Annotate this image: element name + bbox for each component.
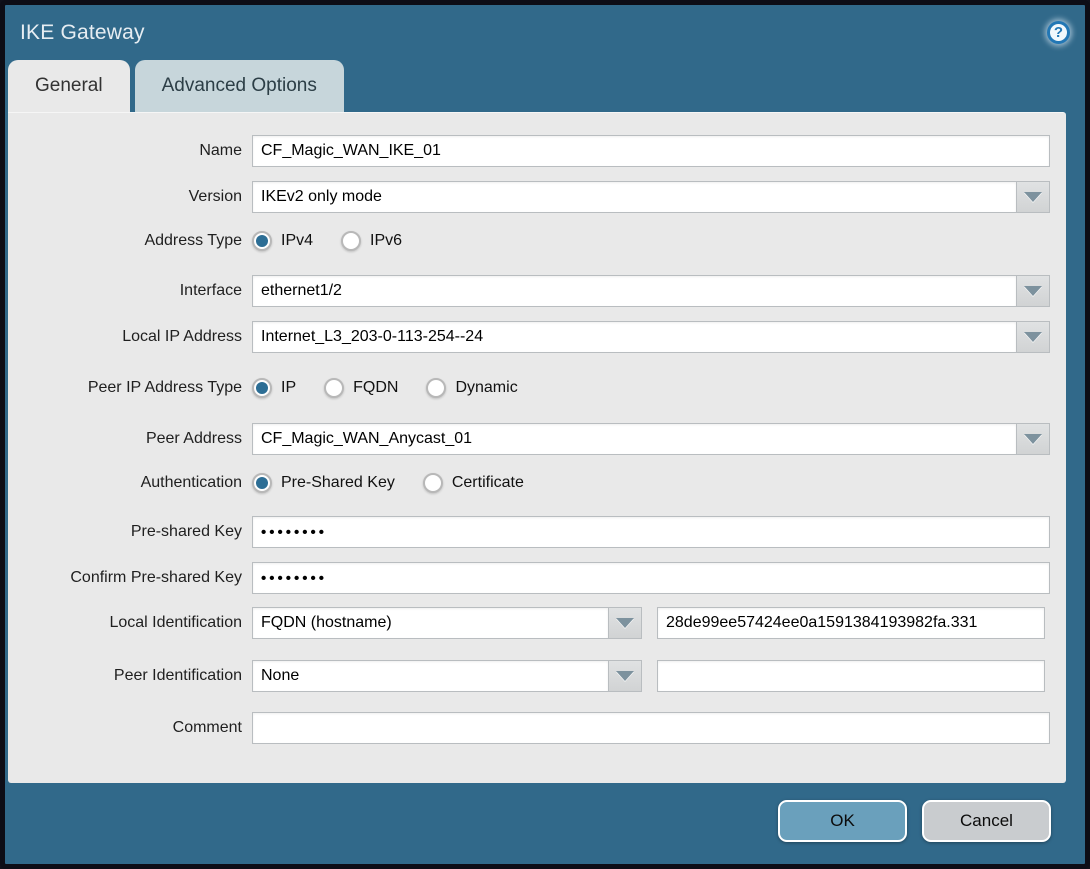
authentication-radio-group: Pre-Shared Key Certificate [252,473,552,493]
form-row-local-ip-address: Local IP Address Internet_L3_203-0-113-2… [8,321,1066,353]
title-bar: IKE Gateway ? [5,5,1085,60]
form-row-name: Name [8,135,1066,167]
chevron-down-icon[interactable] [1017,423,1050,455]
address-type-label: Address Type [144,232,242,249]
triangle-down-icon [616,671,634,681]
version-label: Version [188,188,242,205]
form-row-comment: Comment [8,712,1066,744]
form-row-address-type: Address Type IPv4 IPv6 [8,231,1066,251]
chevron-down-icon[interactable] [1017,275,1050,307]
help-icon[interactable]: ? [1047,21,1070,44]
confirm-pre-shared-key-label: Confirm Pre-shared Key [70,569,242,586]
form-row-peer-identification: Peer Identification None [8,660,1066,692]
peer-identification-type-value[interactable]: None [252,660,609,692]
confirm-pre-shared-key-input[interactable] [252,562,1050,594]
local-ip-address-label: Local IP Address [122,328,242,345]
general-tab-panel: Name Version IKEv2 only mode Address Typ… [8,112,1066,783]
peer-identification-label: Peer Identification [113,667,242,684]
version-value[interactable]: IKEv2 only mode [252,181,1017,213]
peer-ip-radio-label[interactable]: IP [281,379,296,397]
peer-identification-type-dropdown[interactable]: None [252,660,642,692]
interface-dropdown[interactable]: ethernet1/2 [252,275,1050,307]
peer-address-label: Peer Address [145,430,242,447]
form-row-confirm-pre-shared-key: Confirm Pre-shared Key [8,562,1066,594]
triangle-down-icon [1024,286,1042,296]
dialog-title: IKE Gateway [20,20,145,44]
tab-bar: General Advanced Options [8,60,344,112]
pre-shared-key-radio[interactable] [252,473,272,493]
chevron-down-icon[interactable] [609,607,642,639]
peer-fqdn-radio-label[interactable]: FQDN [353,379,398,397]
form-row-pre-shared-key: Pre-shared Key [8,516,1066,548]
form-row-version: Version IKEv2 only mode [8,181,1066,213]
ipv4-radio-label[interactable]: IPv4 [281,232,313,250]
triangle-down-icon [616,618,634,628]
peer-dynamic-radio-label[interactable]: Dynamic [455,379,517,397]
peer-ip-address-type-label: Peer IP Address Type [87,379,242,396]
footer-button-bar: OK Cancel [778,800,1051,842]
peer-fqdn-radio[interactable] [324,378,345,398]
address-type-radio-group: IPv4 IPv6 [252,231,430,251]
local-identification-type-dropdown[interactable]: FQDN (hostname) [252,607,642,639]
form-row-local-identification: Local Identification FQDN (hostname) [8,607,1066,639]
comment-input[interactable] [252,712,1050,744]
pre-shared-key-input[interactable] [252,516,1050,548]
ok-button[interactable]: OK [778,800,907,842]
local-identification-input[interactable] [657,607,1045,639]
peer-ip-radio[interactable] [252,378,272,398]
form-row-interface: Interface ethernet1/2 [8,275,1066,307]
local-identification-type-value[interactable]: FQDN (hostname) [252,607,609,639]
local-identification-label: Local Identification [109,614,242,631]
form-row-peer-ip-address-type: Peer IP Address Type IP FQDN Dynamic [8,378,1066,398]
peer-dynamic-radio[interactable] [426,378,447,398]
certificate-radio[interactable] [422,473,443,493]
authentication-label: Authentication [140,474,242,491]
pre-shared-key-label: Pre-shared Key [130,523,242,540]
comment-label: Comment [172,719,242,736]
interface-label: Interface [179,282,242,299]
peer-address-dropdown[interactable]: CF_Magic_WAN_Anycast_01 [252,423,1050,455]
name-input[interactable] [252,135,1050,167]
peer-address-value[interactable]: CF_Magic_WAN_Anycast_01 [252,423,1017,455]
ike-gateway-dialog: IKE Gateway ? General Advanced Options N… [0,0,1090,869]
triangle-down-icon [1024,192,1042,202]
chevron-down-icon[interactable] [1017,181,1050,213]
peer-identification-input[interactable] [657,660,1045,692]
name-label: Name [199,142,242,159]
chevron-down-icon[interactable] [1017,321,1050,353]
chevron-down-icon[interactable] [609,660,642,692]
triangle-down-icon [1024,434,1042,444]
local-ip-address-dropdown[interactable]: Internet_L3_203-0-113-254--24 [252,321,1050,353]
form-row-peer-address: Peer Address CF_Magic_WAN_Anycast_01 [8,423,1066,455]
peer-ip-address-type-radio-group: IP FQDN Dynamic [252,378,546,398]
local-ip-address-value[interactable]: Internet_L3_203-0-113-254--24 [252,321,1017,353]
interface-value[interactable]: ethernet1/2 [252,275,1017,307]
cancel-button[interactable]: Cancel [922,800,1051,842]
form-row-authentication: Authentication Pre-Shared Key Certificat… [8,473,1066,493]
triangle-down-icon [1024,332,1042,342]
ipv4-radio[interactable] [252,231,272,251]
certificate-radio-label[interactable]: Certificate [452,474,524,492]
pre-shared-key-radio-label[interactable]: Pre-Shared Key [281,474,395,492]
version-dropdown[interactable]: IKEv2 only mode [252,181,1050,213]
tab-general[interactable]: General [8,60,130,112]
ipv6-radio-label[interactable]: IPv6 [370,232,402,250]
tab-advanced-options[interactable]: Advanced Options [134,60,344,112]
ipv6-radio[interactable] [341,231,362,251]
